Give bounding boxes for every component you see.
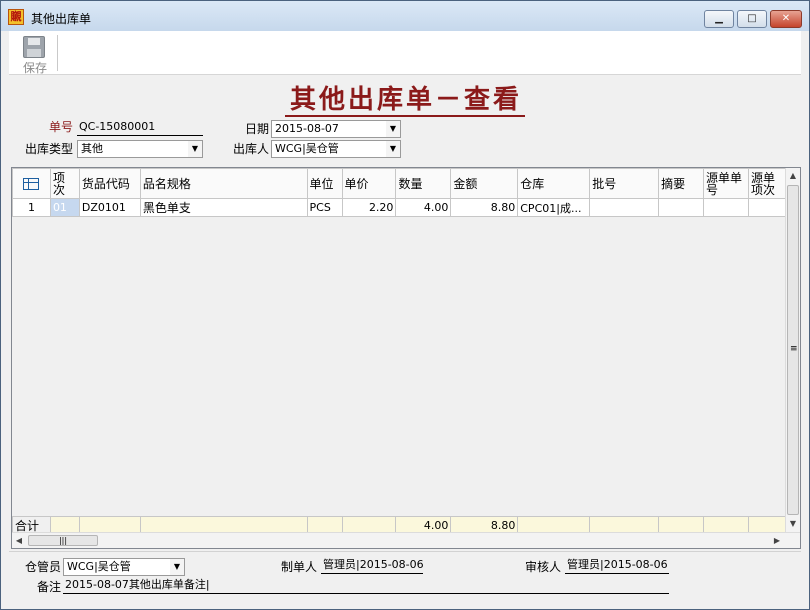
col-header-warehouse[interactable]: 仓库 (517, 168, 591, 199)
totals-table: 合计 4.00 8.80 (12, 516, 786, 532)
col-header-unit[interactable]: 单位 (306, 168, 343, 199)
out-person-value: WCG|吴仓管 (275, 142, 339, 155)
totals-empty (589, 516, 660, 532)
cell-src-item[interactable] (747, 198, 786, 217)
col-header-price[interactable]: 单价 (341, 168, 397, 199)
table-row[interactable]: 1 01 DZ0101 黑色单支 PCS 2.20 4.00 8.80 CPC0… (12, 198, 786, 217)
col-header-item[interactable]: 项次 (49, 168, 80, 199)
totals-empty (658, 516, 705, 532)
vertical-scroll-thumb[interactable]: ≡ (787, 185, 799, 515)
chevron-down-icon[interactable]: ▼ (188, 141, 202, 157)
auditor-label: 审核人 (525, 560, 562, 574)
doc-no-label: 单号 (49, 120, 74, 134)
col-header-src-item[interactable]: 源单项次 (747, 168, 786, 199)
vertical-scrollbar[interactable]: ▲ ≡ ▼ (785, 168, 800, 532)
scroll-up-icon[interactable]: ▲ (786, 168, 800, 184)
keeper-value: WCG|吴仓管 (67, 560, 131, 573)
scroll-right-icon[interactable]: ▶ (770, 533, 784, 548)
horizontal-scrollbar[interactable]: ◀ ||| ▶ (12, 532, 800, 548)
keeper-label: 仓管员 (25, 560, 62, 574)
remark-value[interactable]: 2015-08-07其他出库单备注| (63, 577, 669, 594)
save-label: 保存 (22, 61, 47, 75)
cell-item[interactable]: 01 (49, 198, 80, 217)
horizontal-scroll-thumb[interactable]: ||| (28, 535, 98, 546)
totals-row: 合计 4.00 8.80 (12, 516, 786, 532)
cell-batch[interactable] (589, 198, 660, 217)
totals-empty (703, 516, 749, 532)
totals-empty (78, 516, 141, 532)
maker-value: 管理员|2015-08-06 (321, 557, 424, 574)
col-header-name[interactable]: 品名规格 (139, 168, 308, 199)
date-value: 2015-08-07 (275, 122, 339, 135)
header-row: 项次 货品代码 品名规格 单位 单价 数量 金额 仓库 批号 摘要 源单单号 源… (12, 168, 786, 199)
cell-price[interactable]: 2.20 (341, 198, 397, 217)
col-header-code[interactable]: 货品代码 (78, 168, 141, 199)
items-grid: 项次 货品代码 品名规格 单位 单价 数量 金额 仓库 批号 摘要 源单单号 源… (11, 167, 801, 549)
scroll-left-icon[interactable]: ◀ (12, 533, 26, 548)
doc-no-value: QC-15080001 (77, 119, 203, 136)
cell-amount[interactable]: 8.80 (450, 198, 519, 217)
row-number: 1 (12, 198, 51, 217)
toolbar: 保存 (9, 31, 801, 75)
grid-viewport: 项次 货品代码 品名规格 单位 单价 数量 金额 仓库 批号 摘要 源单单号 源… (12, 168, 786, 532)
totals-empty (139, 516, 308, 532)
totals-label: 合计 (12, 516, 51, 532)
chevron-down-icon[interactable]: ▼ (386, 141, 400, 157)
out-person-label: 出库人 (233, 142, 270, 156)
maker-label: 制单人 (281, 560, 318, 574)
chevron-down-icon[interactable]: ▼ (386, 121, 400, 137)
out-person-select[interactable]: WCG|吴仓管 ▼ (271, 140, 401, 158)
col-header-batch[interactable]: 批号 (589, 168, 660, 199)
title-bar[interactable]: 䞋 其他出库单 ▁ □ ✕ (1, 1, 809, 31)
out-type-select[interactable]: 其他 ▼ (77, 140, 203, 158)
remark-label: 备注 (37, 580, 62, 594)
toolbar-separator (57, 35, 58, 71)
out-type-value: 其他 (81, 142, 103, 155)
footer-divider (9, 551, 801, 552)
items-table: 项次 货品代码 品名规格 单位 单价 数量 金额 仓库 批号 摘要 源单单号 源… (12, 168, 786, 217)
cell-code[interactable]: DZ0101 (78, 198, 141, 217)
floppy-disk-icon (23, 36, 45, 58)
out-type-label: 出库类型 (25, 142, 74, 156)
maximize-button[interactable]: □ (737, 10, 767, 28)
minimize-button[interactable]: ▁ (704, 10, 734, 28)
cell-qty[interactable]: 4.00 (395, 198, 452, 217)
totals-amount: 8.80 (450, 516, 519, 532)
col-header-amount[interactable]: 金额 (450, 168, 519, 199)
cell-name[interactable]: 黑色单支 (139, 198, 308, 217)
save-button[interactable]: 保存 (15, 33, 55, 75)
grip-icon: ≡ (790, 344, 798, 354)
main-window: 䞋 其他出库单 ▁ □ ✕ 保存 其他出库单－查看 单号 QC-15080001… (0, 0, 810, 610)
cell-summary[interactable] (658, 198, 705, 217)
totals-empty (341, 516, 397, 532)
col-header-summary[interactable]: 摘要 (658, 168, 705, 199)
keeper-select[interactable]: WCG|吴仓管 ▼ (63, 558, 185, 576)
close-button[interactable]: ✕ (770, 10, 802, 28)
col-header-qty[interactable]: 数量 (395, 168, 452, 199)
auditor-value: 管理员|2015-08-06 (565, 557, 669, 574)
column-chooser[interactable] (12, 168, 51, 199)
cell-warehouse[interactable]: CPC01|成... (517, 198, 591, 217)
scroll-down-icon[interactable]: ▼ (786, 516, 800, 532)
chevron-down-icon[interactable]: ▼ (170, 559, 184, 575)
totals-empty (49, 516, 80, 532)
totals-empty (517, 516, 591, 532)
app-logo-icon: 䞋 (8, 9, 24, 25)
col-header-src-no[interactable]: 源单单号 (703, 168, 749, 199)
grid-columns-icon (23, 177, 40, 190)
form-title: 其他出库单－查看 (289, 85, 522, 115)
date-picker[interactable]: 2015-08-07 ▼ (271, 120, 401, 138)
cell-src-no[interactable] (703, 198, 749, 217)
date-label: 日期 (245, 122, 270, 136)
totals-empty (747, 516, 786, 532)
cell-unit[interactable]: PCS (306, 198, 343, 217)
totals-empty (306, 516, 343, 532)
form-title-underline (285, 115, 525, 117)
totals-qty: 4.00 (395, 516, 452, 532)
window-title: 其他出库单 (31, 12, 92, 26)
